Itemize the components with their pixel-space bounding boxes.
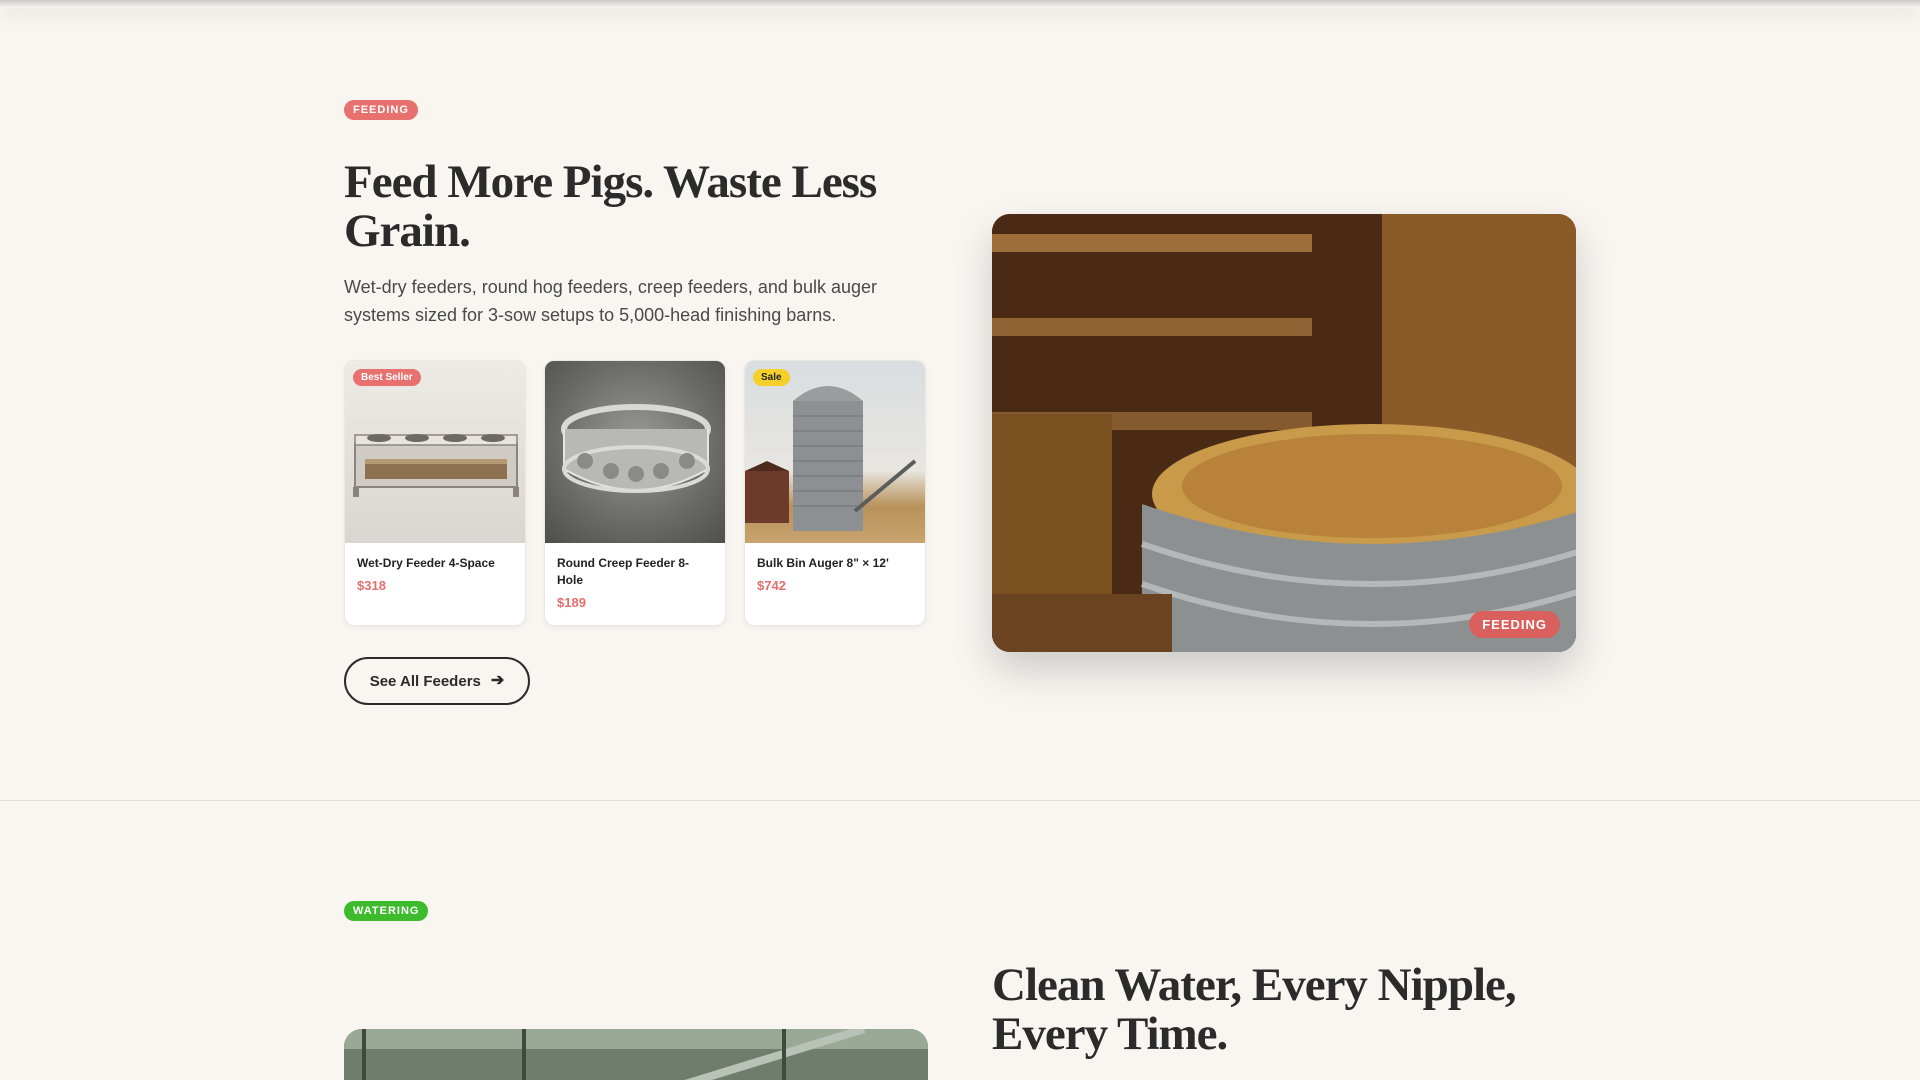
product-price: $189 <box>557 595 586 610</box>
product-image <box>545 361 725 543</box>
product-price: $742 <box>757 578 786 593</box>
feeding-tag: FEEDING <box>344 100 418 120</box>
see-all-feeders-button[interactable]: See All Feeders ➔ <box>344 657 530 705</box>
arrow-right-icon: ➔ <box>490 672 505 689</box>
best-seller-badge: Best Seller <box>353 369 421 386</box>
product-name: Wet-Dry Feeder 4-Space <box>357 556 495 570</box>
sale-badge: Sale <box>753 369 790 386</box>
section-divider <box>0 800 1920 801</box>
product-card[interactable]: Round Creep Feeder 8-Hole $189 <box>544 360 726 626</box>
header-shadow <box>0 0 1920 8</box>
product-card[interactable]: Sale Bulk Bin Auger 8" × 12' $742 <box>744 360 926 626</box>
feeding-description: Wet-dry feeders, round hog feeders, cree… <box>344 277 877 325</box>
hero-feeding-badge: FEEDING <box>1469 611 1560 638</box>
watering-hero-image <box>344 1029 928 1080</box>
product-card[interactable]: Best Seller Wet-Dry Feeder 4-Space $318 <box>344 360 526 626</box>
feeding-hero-image: FEEDING <box>992 214 1576 652</box>
watering-tag: WATERING <box>344 901 429 921</box>
product-name: Round Creep Feeder 8-Hole <box>557 556 690 587</box>
watering-title: Clean Water, Every Nipple, Every Time. <box>992 959 1517 1060</box>
product-price: $318 <box>357 578 386 593</box>
product-image <box>345 361 525 543</box>
product-cards: Best Seller Wet-Dry Feeder 4-Space $318 … <box>344 360 926 626</box>
product-image <box>745 361 925 543</box>
product-name: Bulk Bin Auger 8" × 12' <box>757 556 889 570</box>
feeding-title: Feed More Pigs. Waste Less Grain. <box>344 156 877 257</box>
see-all-feeders-label: See All Feeders <box>369 672 481 690</box>
